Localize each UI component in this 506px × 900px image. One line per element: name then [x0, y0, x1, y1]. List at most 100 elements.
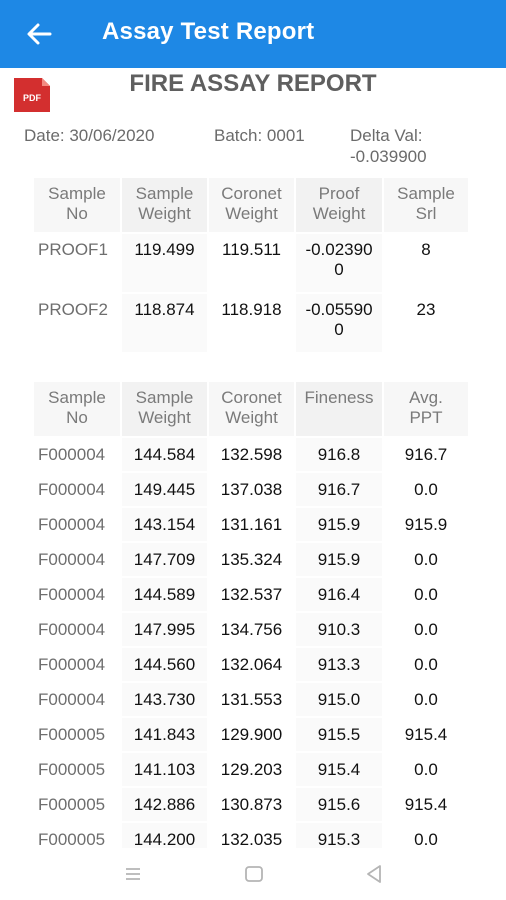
sample-no-cell: F000004	[34, 578, 120, 611]
table-row: F000005 142.886 130.873 915.6 915.4	[34, 788, 468, 821]
sample-srl-cell: 23	[384, 294, 468, 352]
sample-weight-cell: 147.995	[122, 613, 207, 646]
header-sample-srl: Sample Srl	[384, 178, 468, 232]
table-row: F000004 143.730 131.553 915.0 0.0	[34, 683, 468, 716]
sample-weight-cell: 142.886	[122, 788, 207, 821]
table-row: F000004 143.154 131.161 915.9 915.9	[34, 508, 468, 541]
coronet-weight-cell: 129.900	[209, 718, 294, 751]
proof-table: Sample No Sample Weight Coronet Weight Proo…	[32, 176, 470, 354]
header-line: Weight	[225, 204, 278, 223]
coronet-weight-cell: 132.598	[209, 438, 294, 471]
sample-weight-cell: 119.499	[122, 234, 207, 292]
proof-weight-line: -0.02390	[305, 240, 373, 259]
header-line: Sample	[397, 184, 455, 203]
header-line: Weight	[225, 408, 278, 427]
system-nav-bar	[0, 848, 506, 900]
header-line: Coronet	[221, 388, 282, 407]
header-proof-weight: Proof Weight	[296, 178, 382, 232]
sample-no-cell: F000005	[34, 788, 120, 821]
sample-srl-cell: 8	[384, 234, 468, 292]
arrow-left-icon[interactable]	[24, 19, 54, 49]
home-square-icon[interactable]	[242, 862, 266, 886]
sample-weight-cell: 118.874	[122, 294, 207, 352]
header-sample-no: Sample No	[34, 382, 120, 436]
coronet-weight-cell: 134.756	[209, 613, 294, 646]
proof-weight-cell: -0.05590 0	[296, 294, 382, 352]
proof-weight-line: 0	[334, 320, 344, 339]
sample-no-cell: PROOF2	[34, 294, 120, 352]
sample-no-cell: F000004	[34, 508, 120, 541]
header-line: Srl	[415, 204, 437, 223]
header-coronet-weight: Coronet Weight	[209, 178, 294, 232]
proof-weight-cell: -0.02390 0	[296, 234, 382, 292]
header-line: PPT	[409, 408, 443, 427]
sample-table-body: F000004 144.584 132.598 916.8 916.7 F000004 14…	[34, 438, 468, 856]
avg-ppt-cell: 0.0	[384, 613, 468, 646]
avg-ppt-cell: 915.4	[384, 718, 468, 751]
coronet-weight-cell: 131.161	[209, 508, 294, 541]
avg-ppt-cell: 0.0	[384, 753, 468, 786]
sample-no-cell: F000005	[34, 718, 120, 751]
header-line: Weight	[312, 204, 366, 223]
header-fineness: Fineness	[296, 382, 382, 436]
header-line: Sample	[48, 184, 106, 203]
avg-ppt-cell: 0.0	[384, 578, 468, 611]
header-line: No	[66, 204, 88, 223]
avg-ppt-cell: 0.0	[384, 473, 468, 506]
fineness-cell: 915.0	[296, 683, 382, 716]
coronet-weight-cell: 131.553	[209, 683, 294, 716]
report-title: FIRE ASSAY REPORT	[129, 70, 377, 97]
sample-no-cell: F000004	[34, 648, 120, 681]
delta-label: Delta Val:	[350, 126, 423, 145]
avg-ppt-cell: 916.7	[384, 438, 468, 471]
header-line: Weight	[138, 204, 191, 223]
coronet-weight-cell: 129.203	[209, 753, 294, 786]
coronet-weight-cell: 130.873	[209, 788, 294, 821]
sample-weight-cell: 144.584	[122, 438, 207, 471]
table-row: F000004 149.445 137.038 916.7 0.0	[34, 473, 468, 506]
sample-table-header: Sample No Sample Weight Coronet Weight Fine…	[34, 382, 468, 436]
header-line: Sample	[48, 388, 106, 407]
coronet-weight-cell: 135.324	[209, 543, 294, 576]
sample-no-cell: F000004	[34, 438, 120, 471]
coronet-weight-cell: 137.038	[209, 473, 294, 506]
header-line: Sample	[135, 184, 194, 203]
delta-value: -0.039900	[350, 147, 427, 166]
sample-no-cell: F000005	[34, 753, 120, 786]
table-row: F000004 144.584 132.598 916.8 916.7	[34, 438, 468, 471]
sample-weight-cell: 144.589	[122, 578, 207, 611]
header-sample-weight: Sample Weight	[122, 178, 207, 232]
sample-weight-cell: 149.445	[122, 473, 207, 506]
coronet-weight-cell: 118.918	[209, 294, 294, 352]
report-batch: Batch: 0001	[214, 126, 305, 145]
header-sample-weight: Sample Weight	[122, 382, 207, 436]
proof-table-header: Sample No Sample Weight Coronet Weight Proo…	[34, 178, 468, 232]
back-triangle-icon[interactable]	[362, 862, 386, 886]
menu-icon[interactable]	[121, 862, 145, 886]
sample-weight-cell: 143.154	[122, 508, 207, 541]
header-line: Avg.	[409, 388, 443, 407]
proof-weight-line: -0.05590	[305, 300, 373, 319]
sample-weight-cell: 143.730	[122, 683, 207, 716]
fineness-cell: 915.9	[296, 543, 382, 576]
fineness-cell: 915.5	[296, 718, 382, 751]
fineness-cell: 910.3	[296, 613, 382, 646]
avg-ppt-cell: 0.0	[384, 683, 468, 716]
avg-ppt-cell: 0.0	[384, 648, 468, 681]
header-sample-no: Sample No	[34, 178, 120, 232]
sample-no-cell: PROOF1	[34, 234, 120, 292]
coronet-weight-cell: 132.537	[209, 578, 294, 611]
table-row: F000005 141.103 129.203 915.4 0.0	[34, 753, 468, 786]
header-line: Proof	[318, 184, 360, 203]
header-line: Coronet	[221, 184, 282, 203]
fineness-cell: 916.4	[296, 578, 382, 611]
fineness-cell: 916.8	[296, 438, 382, 471]
report-delta: Delta Val: -0.039900	[350, 125, 427, 167]
table-row: F000004 144.589 132.537 916.4 0.0	[34, 578, 468, 611]
sample-no-cell: F000004	[34, 473, 120, 506]
sample-weight-cell: 141.103	[122, 753, 207, 786]
coronet-weight-cell: 119.511	[209, 234, 294, 292]
sample-table: Sample No Sample Weight Coronet Weight Fine…	[32, 380, 470, 858]
sample-weight-cell: 144.560	[122, 648, 207, 681]
table-row: F000004 147.995 134.756 910.3 0.0	[34, 613, 468, 646]
